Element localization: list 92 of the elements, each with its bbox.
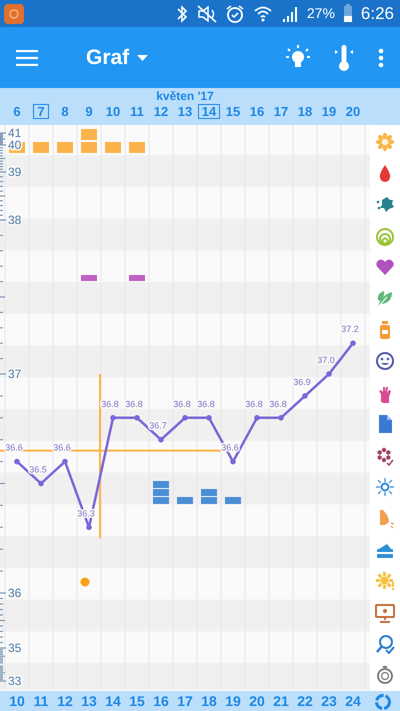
axis-label: 36 [8, 586, 22, 600]
date-label: 15 [224, 104, 242, 119]
temperature-label: 37.2 [341, 324, 359, 334]
data-point [230, 458, 236, 464]
more-icon [378, 48, 384, 68]
cycle-day-label: 20 [249, 693, 265, 710]
date-label: 20 [344, 104, 362, 119]
flower-icon[interactable] [375, 132, 395, 152]
cycle-day-label: 18 [201, 693, 217, 710]
cycle-day-label: 15 [129, 693, 145, 710]
cycle-day-label: 12 [57, 693, 73, 710]
alarm-icon [224, 4, 245, 24]
date-label: 18 [296, 104, 314, 119]
data-point [182, 415, 188, 421]
date-label: 12 [152, 104, 170, 119]
month-label: květen '17 [155, 88, 215, 104]
cycle-day-label: 21 [273, 693, 289, 710]
cycle-day-label: 23 [321, 693, 337, 710]
cycle-day-label: 22 [297, 693, 313, 710]
data-point [62, 458, 68, 464]
axis-label: 39 [8, 165, 22, 179]
battery-icon [342, 4, 353, 22]
caret-icon [137, 54, 148, 60]
temperature-label: 36.8 [173, 398, 191, 409]
temperature-label: 37.0 [317, 355, 335, 365]
temperature-label: 36.8 [245, 398, 263, 409]
menu-button[interactable] [16, 50, 38, 66]
temperature-label: 36.8 [125, 398, 143, 409]
blossom-icon[interactable] [375, 446, 395, 466]
temperature-button[interactable] [334, 44, 354, 72]
temperature-label: 36.8 [197, 398, 215, 409]
rings-icon[interactable] [375, 226, 395, 246]
temperature-label: 36.9 [293, 376, 311, 387]
axis-label: 33 [8, 674, 22, 688]
axis-label: 35 [8, 641, 22, 655]
smiley-icon[interactable] [375, 351, 395, 372]
axis-label: 37 [8, 367, 22, 381]
date-label: 8 [60, 104, 70, 119]
sparkle-icon[interactable] [375, 476, 395, 497]
data-point [350, 340, 356, 346]
data-point [14, 458, 20, 464]
date-label: 17 [272, 104, 290, 119]
data-point [302, 393, 308, 399]
axis-label: 38 [8, 213, 22, 227]
temperature-label: 36.7 [149, 420, 167, 431]
leaf-icon[interactable] [375, 288, 395, 309]
mute-icon [196, 4, 217, 24]
axis-label: 41 [8, 126, 22, 140]
data-point [254, 415, 260, 421]
title-dropdown[interactable]: Graf [86, 42, 148, 74]
data-point [326, 371, 332, 377]
cycle-day-label: 16 [153, 693, 169, 710]
battery-level: 27% [306, 4, 335, 23]
cycle-day-label: 17 [177, 693, 193, 710]
temperature-label: 36.8 [101, 398, 119, 409]
cycle-day-label: 11 [34, 693, 48, 710]
heart-icon[interactable] [375, 257, 395, 278]
date-label: 16 [248, 104, 266, 119]
stopwatch-icon[interactable] [375, 665, 395, 686]
cycle-day-label: 14 [105, 693, 121, 710]
data-point [278, 415, 284, 421]
date-label: 7 [33, 104, 49, 119]
data-point [110, 415, 116, 421]
data-point [86, 524, 92, 530]
bluetooth-icon [174, 4, 189, 24]
splash-icon[interactable] [375, 194, 395, 214]
cycle-day-label: 19 [225, 693, 241, 710]
data-point [134, 415, 140, 421]
clock: 6:26 [360, 2, 394, 25]
cycle-icon[interactable] [374, 692, 392, 711]
date-label: 9 [84, 104, 94, 119]
date-label: 6 [12, 104, 22, 119]
cycle-day-label: 24 [345, 693, 361, 710]
data-point [38, 480, 44, 486]
date-label: 14 [198, 104, 220, 119]
date-label: 10 [104, 104, 122, 119]
date-label: 13 [176, 104, 194, 119]
temperature-label: 36.8 [269, 398, 287, 409]
data-point [206, 415, 212, 421]
more-button[interactable] [378, 48, 384, 68]
wifi-icon [252, 4, 273, 24]
app-icon [4, 4, 24, 24]
temperature-label: 36.5 [29, 464, 47, 474]
cycle-day-label: 13 [81, 693, 97, 710]
thermometer-icon [334, 44, 354, 72]
date-label: 19 [320, 104, 338, 119]
date-label: 11 [129, 104, 145, 119]
magnifier-icon[interactable] [375, 634, 395, 654]
menu-icon [16, 50, 38, 66]
data-point [158, 436, 164, 442]
cycle-day-label: 10 [9, 693, 25, 710]
monitor-icon[interactable] [375, 602, 395, 623]
